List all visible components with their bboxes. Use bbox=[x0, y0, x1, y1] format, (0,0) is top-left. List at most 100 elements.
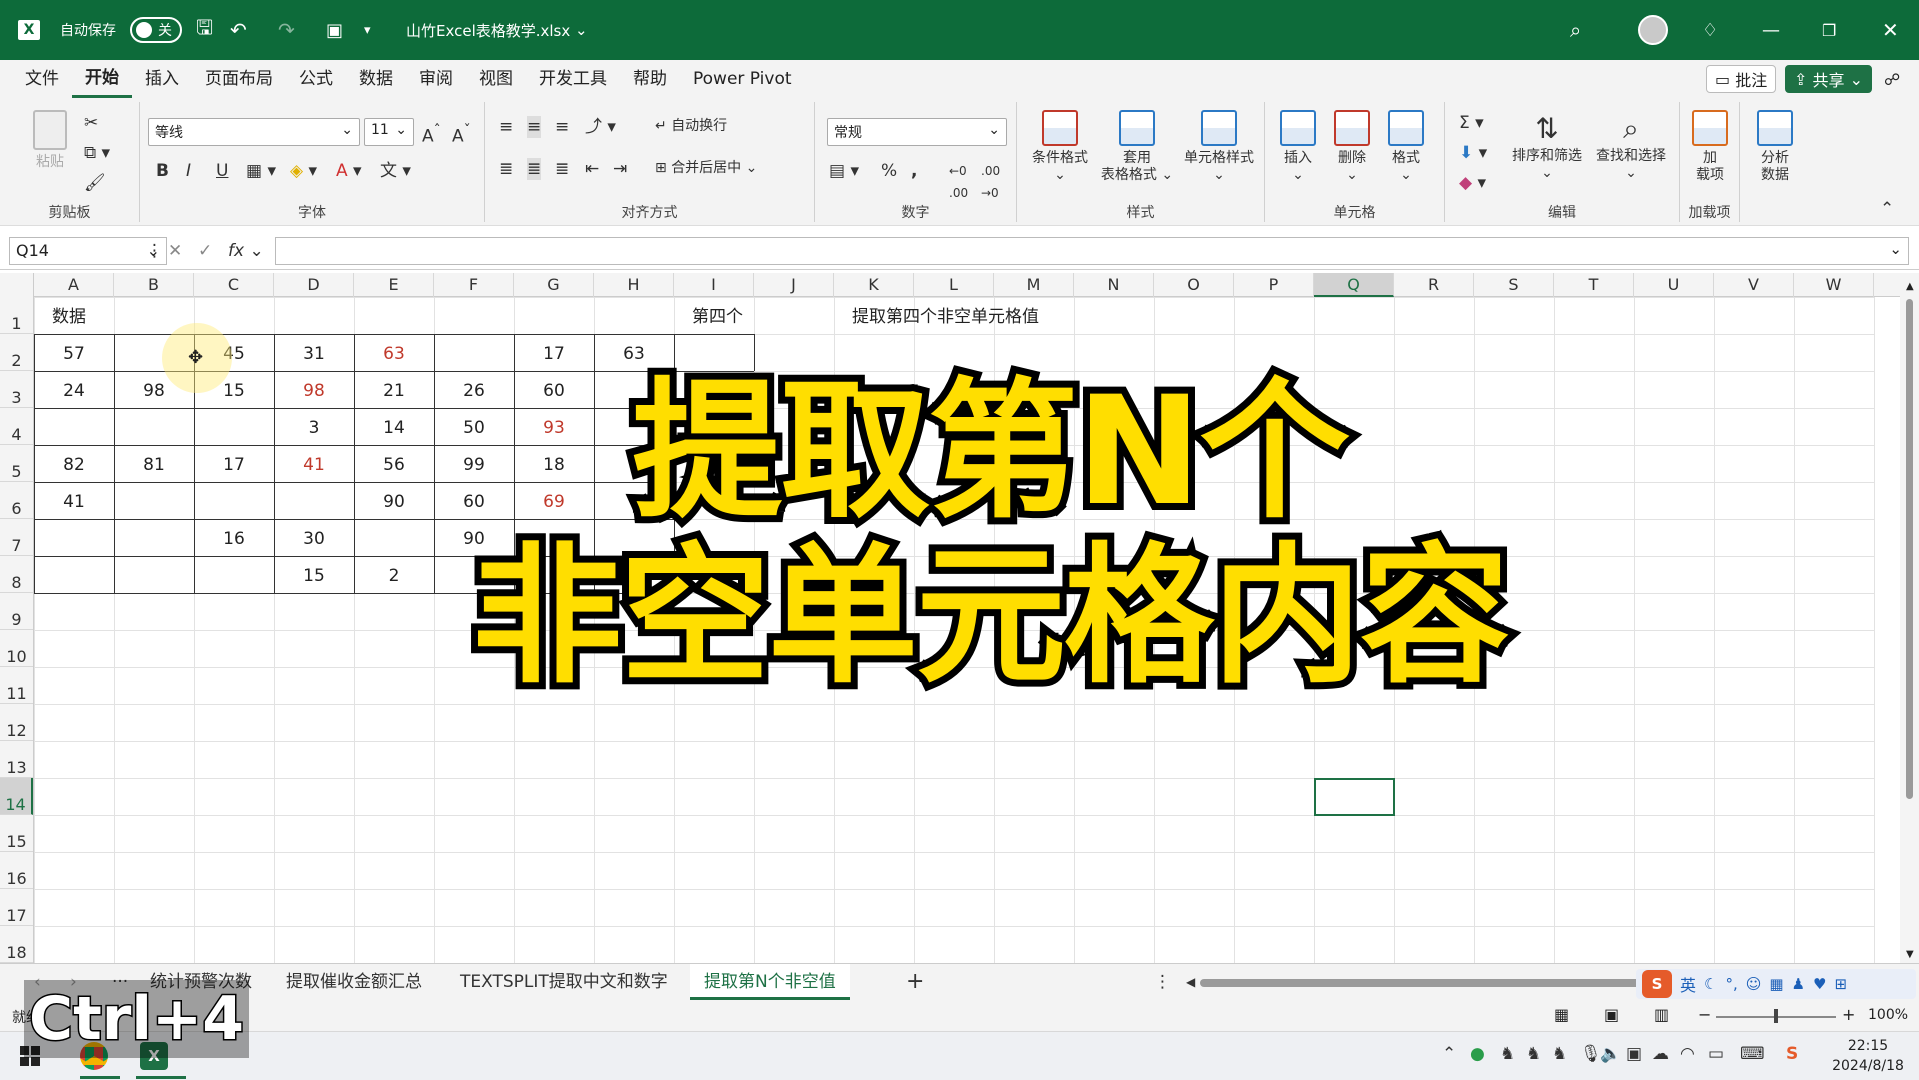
cell-c5[interactable]: 17 bbox=[194, 445, 274, 482]
cell-c7[interactable]: 16 bbox=[194, 519, 274, 556]
column-header-g[interactable]: G bbox=[514, 273, 594, 297]
scroll-up-icon[interactable]: ▲ bbox=[1906, 281, 1914, 292]
column-header-l[interactable]: L bbox=[914, 273, 994, 297]
align-left-icon[interactable]: ≣ bbox=[499, 158, 513, 180]
cell-a6[interactable]: 41 bbox=[34, 482, 114, 519]
align-bottom-icon[interactable]: ≡ bbox=[555, 116, 569, 138]
battery-icon[interactable]: ▭ bbox=[1708, 1044, 1724, 1064]
tab-file[interactable]: 文件 bbox=[12, 60, 72, 98]
column-header-m[interactable]: M bbox=[994, 273, 1074, 297]
clear-icon[interactable]: ◆ ▾ bbox=[1459, 172, 1486, 194]
underline-button[interactable]: U bbox=[216, 160, 228, 182]
row-header-14[interactable]: 14 bbox=[0, 778, 33, 815]
volume-icon[interactable]: 🔈 bbox=[1600, 1044, 1621, 1064]
border-icon[interactable]: ▦ ▾ bbox=[246, 160, 276, 182]
zoom-in-icon[interactable]: + bbox=[1842, 1005, 1855, 1024]
name-box[interactable]: Q14 ⌄ bbox=[9, 237, 167, 265]
align-middle-icon[interactable]: ≡ bbox=[527, 116, 542, 138]
font-color-icon[interactable]: A ▾ bbox=[336, 160, 362, 182]
cell-d4[interactable]: 3 bbox=[274, 408, 354, 445]
smile-icon[interactable]: ☺ bbox=[1746, 975, 1762, 993]
insert-cells-button[interactable]: 插入 ⌄ bbox=[1273, 110, 1323, 184]
italic-button[interactable]: I bbox=[186, 160, 191, 182]
phonetic-icon[interactable]: 文 ▾ bbox=[380, 160, 411, 182]
scroll-thumb[interactable] bbox=[1906, 299, 1913, 799]
cell-d2[interactable]: 31 bbox=[274, 334, 354, 371]
zoom-level[interactable]: 100% bbox=[1868, 1007, 1908, 1023]
font-size-select[interactable]: 11 ⌄ bbox=[364, 118, 414, 146]
column-header-r[interactable]: R bbox=[1394, 273, 1474, 297]
qq-icon-2[interactable]: ♞ bbox=[1526, 1044, 1541, 1064]
page-break-view-icon[interactable]: ▥ bbox=[1654, 1005, 1669, 1024]
cell-d8[interactable]: 15 bbox=[274, 556, 354, 593]
decrease-indent-icon[interactable]: ⇤ bbox=[585, 158, 599, 180]
decrease-font-icon[interactable]: Aˇ bbox=[452, 120, 471, 148]
align-top-icon[interactable]: ≡ bbox=[499, 116, 513, 138]
row-header-17[interactable]: 17 bbox=[0, 889, 33, 926]
row-header-15[interactable]: 15 bbox=[0, 815, 33, 852]
wifi-icon[interactable]: ◠ bbox=[1680, 1044, 1695, 1064]
cell-a3[interactable]: 24 bbox=[34, 371, 114, 408]
column-header-u[interactable]: U bbox=[1634, 273, 1714, 297]
analyze-data-button[interactable]: 分析 数据 bbox=[1750, 110, 1800, 184]
search-icon[interactable]: ⌕ bbox=[1570, 0, 1581, 60]
zoom-out-icon[interactable]: − bbox=[1698, 1005, 1711, 1024]
cell-g2[interactable]: 17 bbox=[514, 334, 594, 371]
lightbulb-icon[interactable]: ♢ bbox=[1702, 0, 1718, 60]
moon-icon[interactable]: ☾ bbox=[1704, 975, 1717, 993]
tab-data[interactable]: 数据 bbox=[346, 60, 406, 98]
column-header-h[interactable]: H bbox=[594, 273, 674, 297]
cell-k1[interactable]: 提取第四个非空单元格值 bbox=[852, 297, 1172, 334]
find-select-button[interactable]: ⌕ 查找和选择 ⌄ bbox=[1589, 110, 1673, 182]
zoom-slider-thumb[interactable] bbox=[1774, 1009, 1778, 1023]
punct-icon[interactable]: °, bbox=[1725, 975, 1737, 993]
column-header-c[interactable]: C bbox=[194, 273, 274, 297]
normal-view-icon[interactable]: ▦ bbox=[1554, 1005, 1569, 1024]
tab-view[interactable]: 视图 bbox=[466, 60, 526, 98]
cell-e2[interactable]: 63 bbox=[354, 334, 434, 371]
column-header-i[interactable]: I bbox=[674, 273, 754, 297]
format-as-table-button[interactable]: 套用 表格格式 ⌄ bbox=[1097, 110, 1177, 184]
close-icon[interactable]: ✕ bbox=[1882, 0, 1899, 60]
cell-d5[interactable]: 41 bbox=[274, 445, 354, 482]
sheet-tab-collection[interactable]: 提取催收金额汇总 bbox=[272, 964, 436, 1000]
redo-icon[interactable]: ↷ bbox=[278, 0, 295, 60]
cell-d7[interactable]: 30 bbox=[274, 519, 354, 556]
row-header-16[interactable]: 16 bbox=[0, 852, 33, 889]
qq-icon-3[interactable]: ♞ bbox=[1552, 1044, 1567, 1064]
percent-icon[interactable]: % bbox=[881, 160, 897, 182]
undo-icon[interactable]: ↶ bbox=[230, 0, 247, 60]
ime-toolbar[interactable]: S 英 ☾ °, ☺ ▦ ♟ ♥ ⊞ bbox=[1636, 969, 1916, 999]
share-button[interactable]: ⇪ 共享 ⌄ bbox=[1785, 65, 1873, 93]
number-format-select[interactable]: 常规 ⌄ bbox=[827, 118, 1007, 146]
row-header-13[interactable]: 13 bbox=[0, 741, 33, 778]
column-header-s[interactable]: S bbox=[1474, 273, 1554, 297]
currency-icon[interactable]: ▤ ▾ bbox=[829, 160, 859, 182]
active-cell[interactable] bbox=[1314, 778, 1395, 816]
sheet-tab-nth-nonempty[interactable]: 提取第N个非空值 bbox=[690, 964, 850, 1000]
paste-button[interactable]: 粘贴 bbox=[30, 110, 70, 171]
format-cells-button[interactable]: 格式 ⌄ bbox=[1381, 110, 1431, 184]
row-header-1[interactable]: 1 bbox=[0, 297, 33, 334]
orientation-icon[interactable]: ⤴ ▾ bbox=[585, 116, 616, 138]
row-header-9[interactable]: 9 bbox=[0, 593, 33, 630]
sort-filter-button[interactable]: ⇅ 排序和筛选 ⌄ bbox=[1505, 110, 1589, 182]
tab-help[interactable]: 帮助 bbox=[620, 60, 680, 98]
increase-decimal-icon[interactable]: ←0.00 bbox=[949, 160, 968, 204]
column-header-k[interactable]: K bbox=[834, 273, 914, 297]
formula-bar-options-icon[interactable]: ⋮ bbox=[146, 240, 163, 262]
qq-icon-1[interactable]: ♞ bbox=[1500, 1044, 1515, 1064]
column-header-w[interactable]: W bbox=[1794, 273, 1874, 297]
tab-developer[interactable]: 开发工具 bbox=[526, 60, 620, 98]
cloud-icon[interactable]: ☁ bbox=[1652, 1044, 1669, 1064]
cell-a2[interactable]: 57 bbox=[34, 334, 114, 371]
comment-button[interactable]: ▭ 批注 bbox=[1706, 65, 1777, 93]
add-sheet-icon[interactable]: + bbox=[892, 964, 938, 1000]
wrap-text-button[interactable]: ↵ 自动换行 bbox=[655, 118, 727, 135]
grid-icon[interactable]: ⊞ bbox=[1834, 975, 1847, 993]
copy-icon[interactable]: ⧉ ▾ bbox=[84, 142, 110, 164]
align-center-icon[interactable]: ≣ bbox=[527, 158, 542, 180]
vertical-scrollbar[interactable]: ▲ ▼ bbox=[1900, 273, 1919, 963]
row-header-11[interactable]: 11 bbox=[0, 667, 33, 704]
column-header-t[interactable]: T bbox=[1554, 273, 1634, 297]
